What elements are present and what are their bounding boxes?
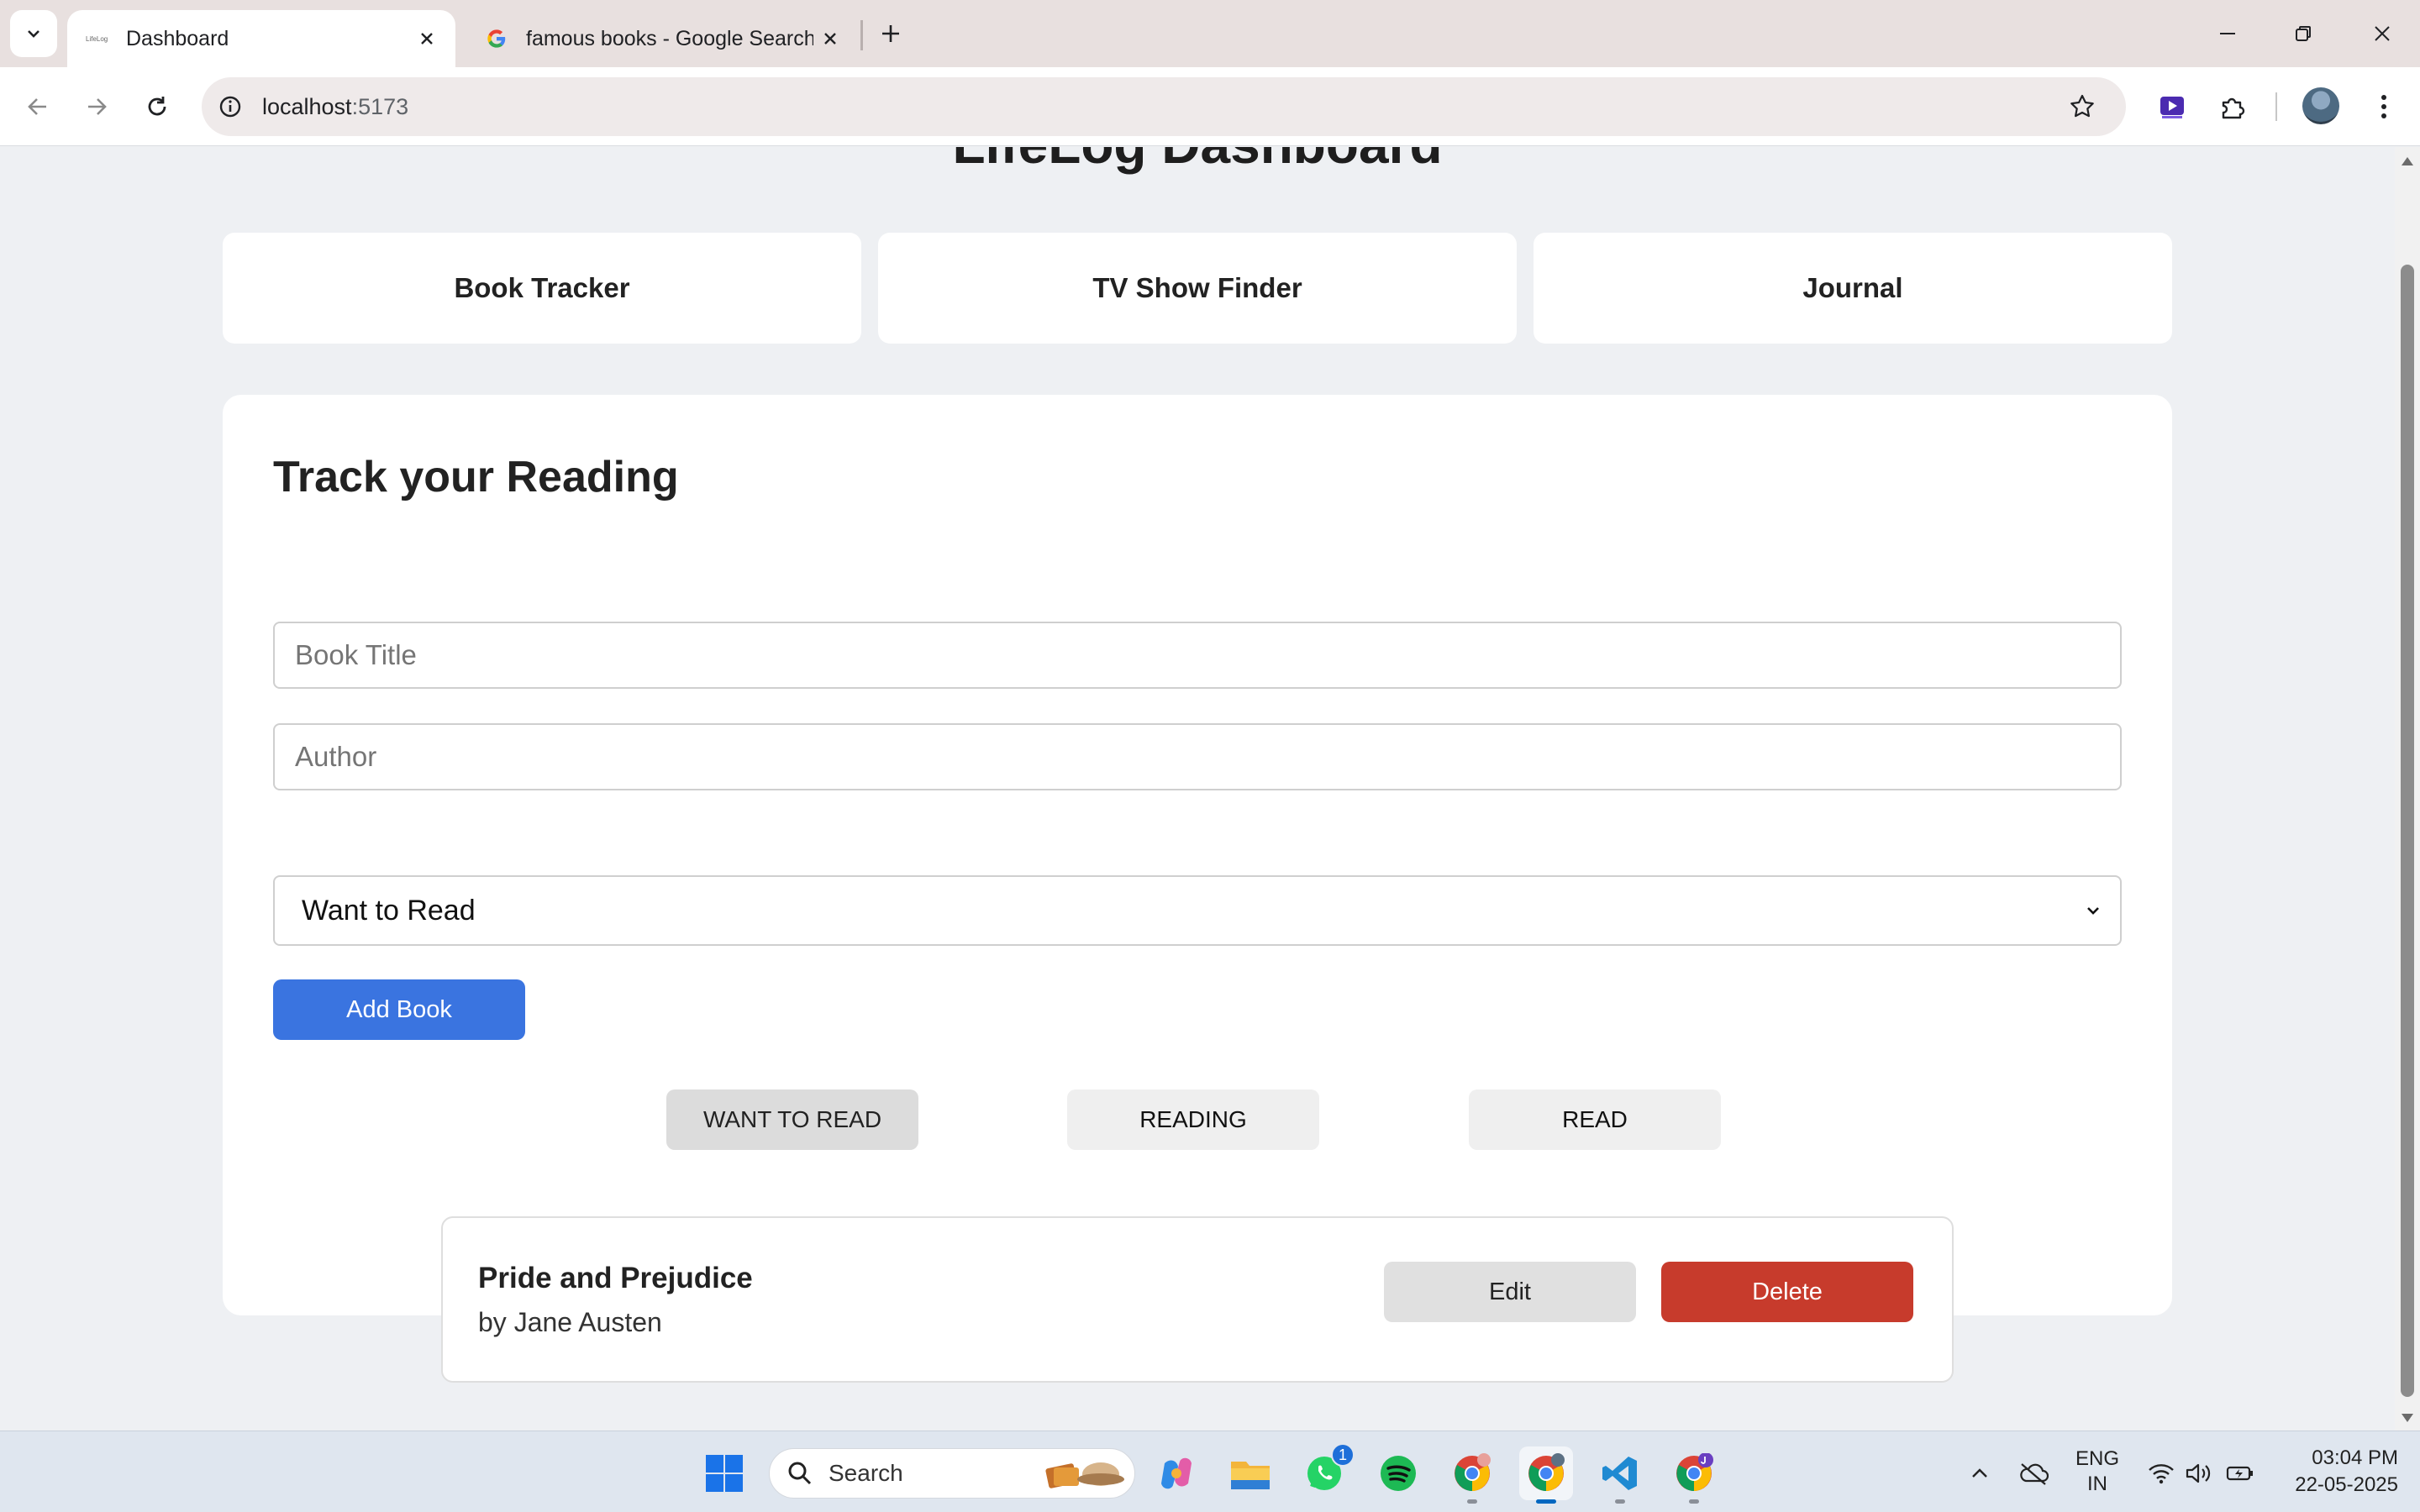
chevron-up-icon[interactable] bbox=[1963, 1457, 1996, 1490]
bookmark-star-icon[interactable] bbox=[2064, 88, 2101, 125]
forward-button[interactable] bbox=[76, 86, 118, 128]
window-close-button[interactable] bbox=[2344, 0, 2420, 67]
toolbar-divider bbox=[2275, 92, 2277, 121]
nav-card-tv-show-finder[interactable]: TV Show Finder bbox=[878, 233, 1517, 344]
book-title-input[interactable] bbox=[273, 622, 2122, 689]
site-info-icon[interactable] bbox=[212, 88, 249, 125]
whatsapp-badge: 1 bbox=[1331, 1443, 1355, 1467]
book-tracker-panel: Track your Reading Want to Read Add Book… bbox=[223, 395, 2172, 1383]
tab-title: famous books - Google Search bbox=[526, 26, 813, 50]
page-title: LifeLog Dashboard bbox=[0, 147, 2395, 176]
page-viewport: LifeLog Dashboard Book Tracker TV Show F… bbox=[0, 147, 2395, 1431]
book-title: Pride and Prejudice bbox=[478, 1262, 753, 1294]
tab-title: Dashboard bbox=[126, 26, 229, 50]
search-icon bbox=[788, 1462, 812, 1485]
wifi-icon[interactable] bbox=[2144, 1457, 2178, 1490]
battery-charging-icon[interactable] bbox=[2223, 1457, 2257, 1490]
chrome-profile-1-icon[interactable] bbox=[1445, 1446, 1499, 1504]
onedrive-offline-icon[interactable] bbox=[2017, 1457, 2050, 1490]
url-host: localhost bbox=[262, 93, 352, 119]
close-icon[interactable] bbox=[410, 22, 444, 55]
menu-kebab-icon[interactable] bbox=[2363, 86, 2405, 128]
restore-button[interactable] bbox=[2265, 0, 2341, 67]
reload-button[interactable] bbox=[136, 86, 178, 128]
author-input[interactable] bbox=[273, 723, 2122, 790]
edit-button[interactable]: Edit bbox=[1384, 1262, 1636, 1322]
back-button[interactable] bbox=[17, 86, 59, 128]
taskbar-search[interactable]: Search bbox=[769, 1448, 1135, 1499]
profile-avatar[interactable] bbox=[2302, 87, 2339, 124]
search-highlight-books-icon bbox=[1045, 1462, 1124, 1488]
tab-separator bbox=[860, 20, 863, 50]
filter-read[interactable]: READ bbox=[1469, 1089, 1721, 1150]
nav-card-book-tracker[interactable]: Book Tracker bbox=[223, 233, 861, 344]
copilot-icon[interactable] bbox=[1150, 1446, 1203, 1500]
book-card: Pride and Prejudice by Jane Austen Edit … bbox=[441, 1216, 1954, 1383]
language-region: IN bbox=[2087, 1473, 2107, 1495]
minimize-button[interactable] bbox=[2190, 0, 2265, 67]
google-icon bbox=[486, 28, 508, 50]
arrow-left-icon bbox=[28, 98, 46, 115]
taskbar-search-label: Search bbox=[829, 1460, 903, 1486]
delete-button[interactable]: Delete bbox=[1661, 1262, 1913, 1322]
chrome-profile-3-icon[interactable] bbox=[1667, 1446, 1721, 1504]
url-port: :5173 bbox=[351, 93, 409, 119]
status-select[interactable]: Want to Read bbox=[273, 875, 2122, 946]
lifelog-favicon-icon: LifeLog bbox=[86, 28, 108, 50]
plus-icon bbox=[882, 25, 899, 42]
windows-taskbar: Search 1 ENG IN 03:04 PM 22-05-2025 bbox=[0, 1431, 2420, 1512]
scrollbar-thumb[interactable] bbox=[2401, 265, 2414, 1397]
taskbar-clock[interactable]: 03:04 PM 22-05-2025 bbox=[2269, 1445, 2420, 1499]
chevron-down-icon bbox=[2076, 894, 2110, 927]
url-text: localhost:5173 bbox=[262, 94, 408, 120]
restore-icon bbox=[2296, 26, 2311, 41]
language-code: ENG bbox=[2075, 1447, 2119, 1470]
new-tab-button[interactable] bbox=[872, 15, 909, 52]
tab-google-search[interactable]: famous books - Google Search bbox=[467, 10, 859, 67]
tab-dashboard[interactable]: LifeLog Dashboard bbox=[67, 10, 455, 67]
scroll-down-arrow-icon[interactable] bbox=[2395, 1405, 2420, 1431]
svg-text:LifeLog: LifeLog bbox=[86, 35, 108, 43]
close-icon[interactable] bbox=[813, 22, 847, 55]
volume-icon[interactable] bbox=[2181, 1457, 2215, 1490]
scroll-up-arrow-icon[interactable] bbox=[2395, 149, 2420, 174]
reload-icon bbox=[148, 97, 166, 116]
clock-date: 22-05-2025 bbox=[2295, 1473, 2398, 1496]
windows-start-icon[interactable] bbox=[697, 1446, 751, 1500]
address-bar[interactable]: localhost:5173 bbox=[202, 77, 2126, 136]
running-indicator bbox=[1615, 1499, 1625, 1504]
clock-time: 03:04 PM bbox=[2312, 1446, 2398, 1469]
section-heading: Track your Reading bbox=[273, 453, 679, 501]
running-indicator bbox=[1536, 1499, 1556, 1504]
close-icon bbox=[2375, 26, 2390, 41]
whatsapp-icon[interactable]: 1 bbox=[1297, 1443, 1355, 1500]
status-select-value: Want to Read bbox=[302, 894, 476, 927]
minimize-icon bbox=[2220, 33, 2235, 34]
nav-card-journal[interactable]: Journal bbox=[1534, 233, 2172, 344]
chrome-profile-2-icon[interactable] bbox=[1519, 1446, 1573, 1504]
file-explorer-icon[interactable] bbox=[1223, 1446, 1277, 1500]
arrow-right-icon bbox=[88, 98, 107, 115]
spotify-icon[interactable] bbox=[1371, 1446, 1425, 1500]
filter-want-to-read[interactable]: WANT TO READ bbox=[666, 1089, 918, 1150]
chevron-down-icon bbox=[28, 30, 39, 38]
book-author: by Jane Austen bbox=[478, 1307, 662, 1337]
running-indicator bbox=[1467, 1499, 1477, 1504]
browser-tabstrip: LifeLog Dashboard famous books - Google … bbox=[0, 0, 2420, 67]
language-indicator[interactable]: ENG IN bbox=[2072, 1446, 2123, 1497]
page-scrollbar[interactable] bbox=[2395, 147, 2420, 1431]
tab-search-button[interactable] bbox=[10, 10, 57, 57]
running-indicator bbox=[1689, 1499, 1699, 1504]
extensions-puzzle-icon[interactable] bbox=[2212, 86, 2254, 128]
filter-reading[interactable]: READING bbox=[1067, 1089, 1319, 1150]
add-book-button[interactable]: Add Book bbox=[273, 979, 525, 1040]
browser-toolbar: localhost:5173 bbox=[0, 67, 2420, 146]
vscode-icon[interactable] bbox=[1593, 1446, 1647, 1504]
extension-video-icon[interactable] bbox=[2151, 86, 2193, 128]
